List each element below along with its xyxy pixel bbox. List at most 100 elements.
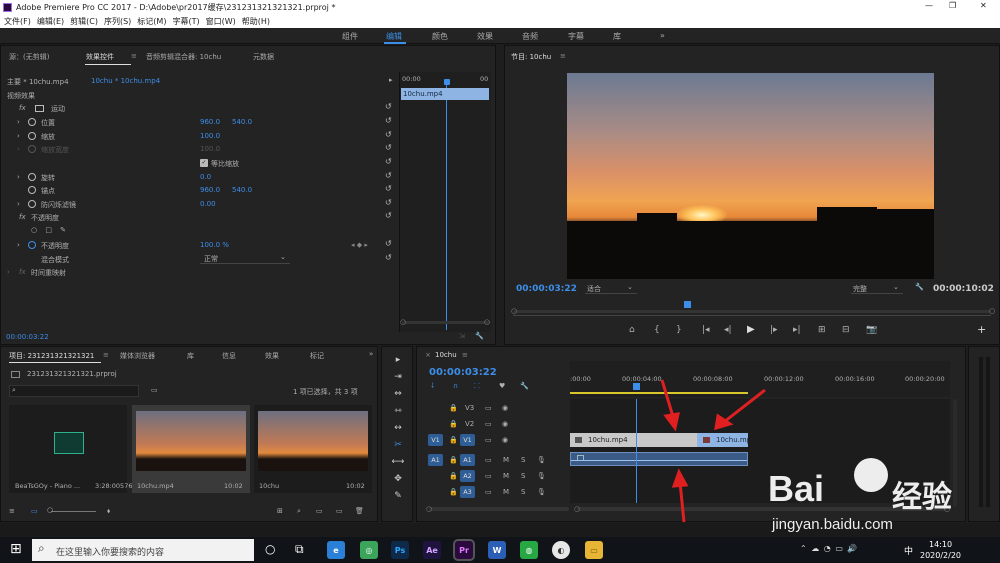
zoom-slider[interactable] <box>51 511 96 512</box>
position-reset-icon[interactable]: ↺ <box>385 116 392 125</box>
position-stopwatch-icon[interactable] <box>28 118 36 126</box>
mark-out-button[interactable]: } <box>676 325 682 335</box>
flicker-expand-icon[interactable]: › <box>17 200 20 208</box>
go-to-out-button[interactable]: ▸| <box>793 325 801 335</box>
new-bin-icon[interactable]: ▭ <box>316 507 323 515</box>
menu-edit[interactable]: 编辑(E) <box>37 16 64 27</box>
find-icon[interactable]: ⌕ <box>297 507 301 516</box>
clock-time[interactable]: 14:10 <box>929 540 952 549</box>
opacity-reset-icon[interactable]: ↺ <box>385 239 392 248</box>
v3-label[interactable]: V3 <box>465 404 474 412</box>
expand-timeline-arrow[interactable]: ▸ <box>389 76 393 84</box>
opacity-section-reset-icon[interactable]: ↺ <box>385 211 392 220</box>
edge-app-icon[interactable]: e <box>327 541 345 559</box>
tab-metadata[interactable]: 元数据 <box>253 52 274 62</box>
opacity-value[interactable]: 100.0 % <box>200 241 229 249</box>
a3-sync-icon[interactable]: ▭ <box>485 488 492 496</box>
opacity-expand-icon[interactable]: › <box>17 241 20 249</box>
step-back-button[interactable]: ◂| <box>724 325 732 335</box>
automate-icon[interactable]: ⊞ <box>277 507 283 515</box>
v2-lock-icon[interactable]: 🔒 <box>449 420 458 428</box>
project-item-audio[interactable]: BeaTsGOy - Piano ... 3:28:00576 <box>9 405 132 493</box>
program-menu-icon[interactable]: ≡ <box>560 52 566 60</box>
program-zoom-left-handle[interactable]: ○ <box>511 307 517 315</box>
workspace-effects[interactable]: 效果 <box>477 31 493 42</box>
task-view-icon[interactable]: ⧉ <box>295 542 304 557</box>
extract-button[interactable]: ⊟ <box>842 325 850 335</box>
h-scroll-left-handle[interactable]: ○ <box>574 505 580 513</box>
program-zoom-right-handle[interactable]: ○ <box>989 307 995 315</box>
add-marker-button[interactable]: ⌂ <box>629 325 635 335</box>
keyframe-nav-icons[interactable]: ◂ ◆ ▸ <box>351 241 368 249</box>
anchor-x-value[interactable]: 960.0 <box>200 186 220 194</box>
project-item-video[interactable]: 10chu.mp4 10:02 <box>132 405 250 493</box>
anchor-stopwatch-icon[interactable] <box>28 186 36 194</box>
a1-label[interactable]: A1 <box>460 454 475 466</box>
source-a1-patch[interactable]: A1 <box>428 454 443 466</box>
ime-indicator[interactable]: 中 <box>904 544 913 557</box>
uniform-scale-reset-icon[interactable]: ↺ <box>385 157 392 166</box>
a1-mute-button[interactable]: M <box>503 456 509 464</box>
word-icon[interactable]: W <box>488 541 506 559</box>
file-explorer-icon[interactable]: ▭ <box>585 541 603 559</box>
workspace-color[interactable]: 颜色 <box>432 31 448 42</box>
a1-mic-icon[interactable]: 🎙 <box>537 456 546 464</box>
a2-mute-button[interactable]: M <box>503 472 509 480</box>
a1-lock-icon[interactable]: 🔒 <box>449 456 458 464</box>
close-button[interactable]: ✕ <box>980 1 987 10</box>
uniform-scale-checkbox[interactable]: ✓ <box>200 159 208 167</box>
menu-window[interactable]: 窗口(W) <box>206 16 236 27</box>
tab-audio-mixer[interactable]: 音频剪辑混合器: 10chu <box>146 52 221 62</box>
premiere-icon[interactable]: Pr <box>453 539 475 561</box>
flicker-value[interactable]: 0.00 <box>200 200 216 208</box>
mini-scrollbar[interactable] <box>402 321 490 324</box>
timeline-close-icon[interactable]: × <box>425 351 431 359</box>
export-frame-icon[interactable]: ⇲ <box>459 332 465 340</box>
timeline-timecode[interactable]: 00:00:03:22 <box>429 367 497 378</box>
v1-lock-icon[interactable]: 🔒 <box>449 436 458 444</box>
selection-tool[interactable]: ▸ <box>389 355 407 369</box>
workspace-audio[interactable]: 音频 <box>522 31 538 42</box>
flicker-stopwatch-icon[interactable] <box>28 200 36 208</box>
time-remap-expand-icon[interactable]: › <box>7 268 10 276</box>
photoshop-icon[interactable]: Ps <box>391 541 409 559</box>
mini-scroll-right-handle[interactable]: ○ <box>484 318 490 326</box>
v3-eye-icon[interactable]: ◉ <box>502 404 508 412</box>
scale-expand-icon[interactable]: › <box>17 132 20 140</box>
position-expand-icon[interactable]: › <box>17 118 20 126</box>
position-y-value[interactable]: 540.0 <box>232 118 252 126</box>
rate-stretch-tool[interactable]: ↔ <box>389 423 407 437</box>
timeline-menu-icon[interactable]: ≡ <box>462 351 468 359</box>
rotation-reset-icon[interactable]: ↺ <box>385 171 392 180</box>
v3-sync-icon[interactable]: ▭ <box>485 404 492 412</box>
a2-solo-button[interactable]: S <box>521 472 525 480</box>
workspace-libraries[interactable]: 库 <box>613 31 621 42</box>
tab-markers[interactable]: 标记 <box>310 351 324 361</box>
lift-button[interactable]: ⊞ <box>818 325 826 335</box>
trash-icon[interactable]: 🗑 <box>355 507 364 515</box>
menu-clip[interactable]: 剪辑(C) <box>70 16 98 27</box>
menu-file[interactable]: 文件(F) <box>4 16 31 27</box>
project-search-input[interactable]: ⌕ <box>9 385 139 397</box>
system-tray-icons[interactable]: ⌃ ☁ ◔ ▭ 🔊 <box>800 544 858 553</box>
a2-sync-icon[interactable]: ▭ <box>485 472 492 480</box>
a3-mute-button[interactable]: M <box>503 488 509 496</box>
scale-stopwatch-icon[interactable] <box>28 132 36 140</box>
a2-lock-icon[interactable]: 🔒 <box>449 472 458 480</box>
v1-eye-icon[interactable]: ◉ <box>502 436 508 444</box>
new-item-icon[interactable]: ▭ <box>336 507 343 515</box>
music-app-icon[interactable]: ◐ <box>552 541 570 559</box>
source-v1-patch[interactable]: V1 <box>428 434 443 446</box>
sort-icon[interactable]: ⬧ <box>107 507 110 516</box>
scale-value[interactable]: 100.0 <box>200 132 220 140</box>
mini-playhead[interactable] <box>444 79 450 85</box>
tab-effects[interactable]: 效果 <box>265 351 279 361</box>
zoom-slider-handle[interactable]: ○ <box>47 506 53 514</box>
menu-sequence[interactable]: 序列(S) <box>104 16 131 27</box>
scale-width-reset-icon[interactable]: ↺ <box>385 143 392 152</box>
scale-reset-icon[interactable]: ↺ <box>385 130 392 139</box>
workspace-more[interactable]: » <box>660 31 665 40</box>
a3-lock-icon[interactable]: 🔒 <box>449 488 458 496</box>
list-view-icon[interactable]: ≡ <box>9 507 15 515</box>
nest-toggle-icon[interactable]: ⸸ <box>431 382 434 391</box>
